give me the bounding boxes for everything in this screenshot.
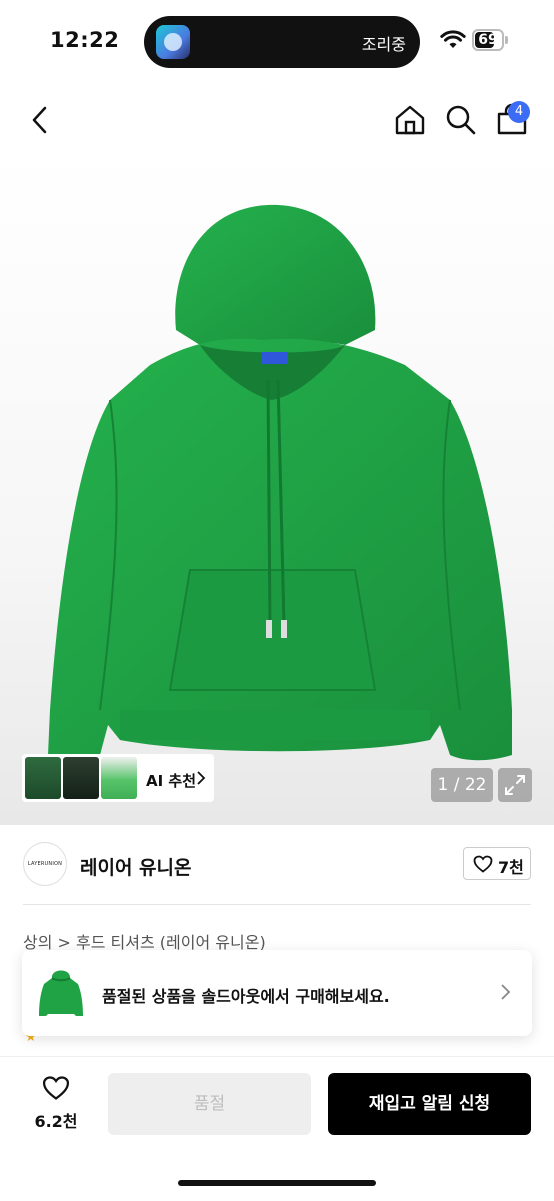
expand-button[interactable] xyxy=(498,768,532,802)
dynamic-island[interactable]: 조리중 xyxy=(144,16,420,68)
ai-recommend-label[interactable]: AI 추천 xyxy=(146,770,196,791)
chevron-right-icon xyxy=(197,771,206,785)
soldout-button: 품절 xyxy=(108,1073,311,1135)
brand-logo[interactable]: LAYERUNION xyxy=(23,842,67,886)
hoodie-image xyxy=(48,204,512,761)
cart-badge: 4 xyxy=(508,101,530,123)
search-icon[interactable] xyxy=(444,103,478,137)
thumbnail-3[interactable] xyxy=(101,757,137,799)
thumbnail-1[interactable] xyxy=(25,757,61,799)
heart-icon xyxy=(42,1076,70,1100)
thumbnail-2[interactable] xyxy=(63,757,99,799)
wifi-icon xyxy=(440,30,466,48)
divider xyxy=(23,904,531,905)
home-indicator xyxy=(178,1180,376,1186)
ai-recommend-strip[interactable]: AI 추천 xyxy=(22,754,214,802)
battery-nub xyxy=(505,36,508,44)
restock-alert-button[interactable]: 재입고 알림 신청 xyxy=(328,1073,531,1135)
brand-like-count: 7천 xyxy=(498,858,524,877)
app-icon xyxy=(156,25,190,59)
heart-icon xyxy=(473,855,493,873)
soldout-thumbnail xyxy=(39,970,83,1016)
soldout-banner[interactable]: 품절된 상품을 솔드아웃에서 구매해보세요. xyxy=(22,950,532,1036)
chevron-right-icon xyxy=(501,984,511,1000)
brand-name[interactable]: 레이어 유니온 xyxy=(80,853,192,880)
product-image[interactable] xyxy=(0,150,554,825)
wishlist-count: 6.2천 xyxy=(34,1112,78,1131)
brand-like-button[interactable]: 7천 xyxy=(463,847,531,880)
home-icon[interactable] xyxy=(393,103,427,137)
battery-icon: 69 xyxy=(472,29,504,51)
activity-text: 조리중 xyxy=(361,35,406,54)
wishlist-button[interactable]: 6.2천 xyxy=(34,1075,78,1135)
expand-icon xyxy=(505,775,525,795)
soldout-message: 품절된 상품을 솔드아웃에서 구매해보세요. xyxy=(102,987,390,1006)
battery-level: 69 xyxy=(478,32,498,48)
chevron-left-icon[interactable] xyxy=(24,103,58,137)
status-time: 12:22 xyxy=(50,28,120,52)
image-counter: 1 / 22 xyxy=(431,768,493,802)
